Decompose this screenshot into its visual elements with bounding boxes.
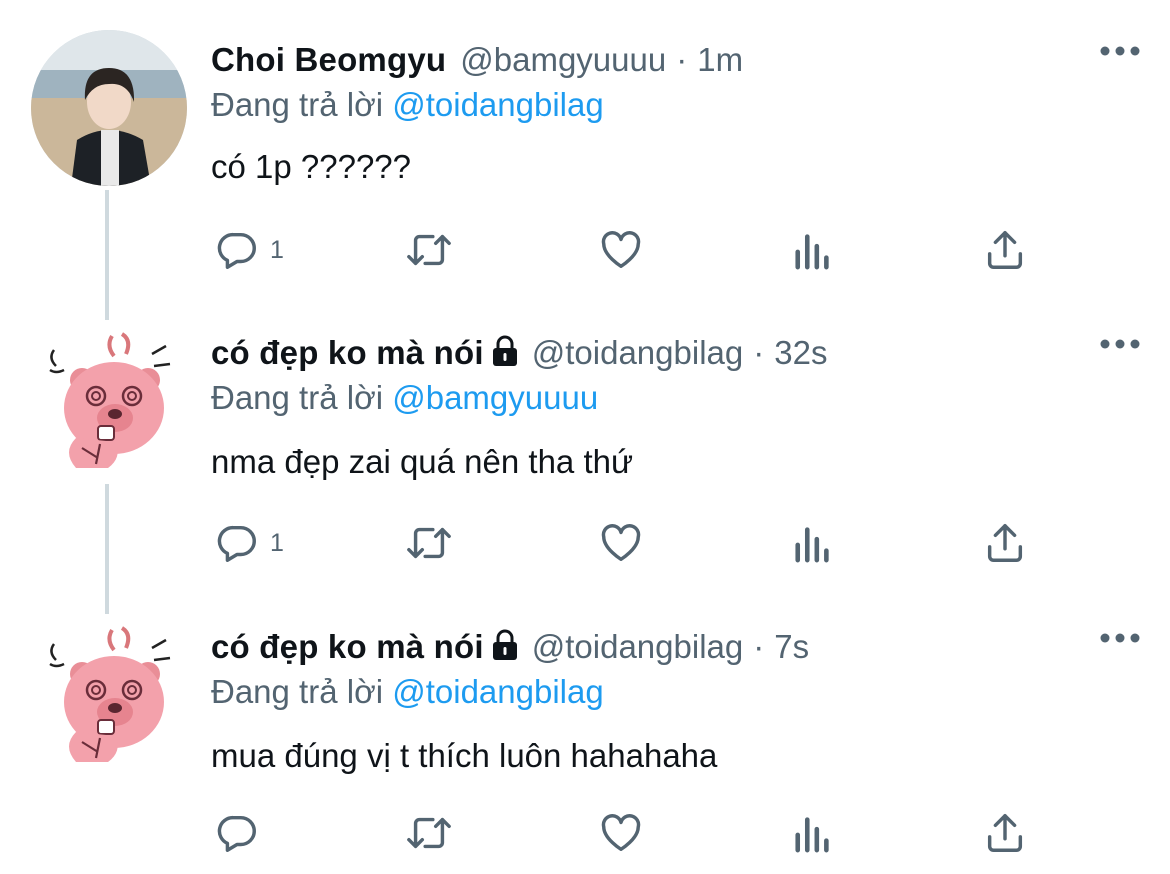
reply-count: 1	[270, 528, 284, 557]
like-button[interactable]	[598, 513, 644, 573]
tweet-text: nma đẹp zai quá nên tha thứ	[211, 443, 634, 480]
tweet[interactable]: có đẹp ko mà nói @toidangbilag · 7s Đang…	[0, 617, 1170, 874]
reply-icon	[214, 520, 260, 566]
tweet-header: có đẹp ko mà nói @toidangbilag · 7s	[211, 617, 809, 677]
analytics-icon	[792, 810, 834, 856]
reply-button[interactable]	[214, 803, 260, 863]
analytics-button[interactable]	[792, 220, 834, 280]
analytics-button[interactable]	[792, 803, 834, 863]
separator: ·	[753, 334, 765, 371]
retweet-button[interactable]	[402, 220, 456, 280]
retweet-icon	[402, 227, 456, 273]
author-handle[interactable]: @toidangbilag	[532, 334, 744, 372]
separator: ·	[676, 41, 688, 78]
reply-icon	[214, 227, 260, 273]
avatar[interactable]	[31, 30, 187, 186]
author-name[interactable]: có đẹp ko mà nói	[211, 628, 484, 666]
share-icon	[982, 810, 1028, 856]
more-icon[interactable]	[1100, 631, 1140, 649]
like-icon	[598, 520, 644, 566]
replying-label: Đang trả lời	[211, 673, 384, 710]
reply-icon	[214, 810, 260, 856]
lock-icon	[490, 629, 520, 669]
replying-label: Đang trả lời	[211, 86, 384, 123]
author-name[interactable]: có đẹp ko mà nói	[211, 334, 484, 372]
tweet-text: có 1p ??????	[211, 148, 412, 185]
mention-link[interactable]: @toidangbilag	[392, 673, 604, 710]
retweet-icon	[402, 810, 456, 856]
share-button[interactable]	[982, 803, 1028, 863]
like-button[interactable]	[598, 220, 644, 280]
timestamp[interactable]: 1m	[697, 41, 743, 79]
retweet-button[interactable]	[402, 803, 456, 863]
reply-button[interactable]: 1	[214, 220, 284, 280]
more-icon[interactable]	[1100, 44, 1140, 62]
reply-count: 1	[270, 235, 284, 264]
like-icon	[598, 810, 644, 856]
tweet-actions: 1	[0, 513, 1170, 573]
mention-link[interactable]: @toidangbilag	[392, 86, 604, 123]
lock-icon	[490, 335, 520, 375]
share-button[interactable]	[982, 220, 1028, 280]
like-icon	[598, 227, 644, 273]
tweet[interactable]: Choi Beomgyu @bamgyuuuu · 1m Đang trả lờ…	[0, 30, 1170, 320]
timestamp[interactable]: 32s	[774, 334, 827, 372]
tweet-actions: 1	[0, 220, 1170, 280]
replying-label: Đang trả lời	[211, 379, 384, 416]
share-icon	[982, 227, 1028, 273]
avatar[interactable]	[40, 620, 180, 770]
replying-to: Đang trả lời @toidangbilag	[211, 673, 604, 711]
mention-link[interactable]: @bamgyuuuu	[392, 379, 598, 416]
analytics-icon	[792, 227, 834, 273]
author-name[interactable]: Choi Beomgyu	[211, 41, 446, 79]
avatar[interactable]	[40, 326, 180, 476]
tweet-actions	[0, 803, 1170, 863]
tweet-header: có đẹp ko mà nói @toidangbilag · 32s	[211, 323, 827, 383]
retweet-button[interactable]	[402, 513, 456, 573]
timestamp[interactable]: 7s	[774, 628, 809, 666]
replying-to: Đang trả lời @bamgyuuuu	[211, 379, 598, 417]
reply-button[interactable]: 1	[214, 513, 284, 573]
tweet-header: Choi Beomgyu @bamgyuuuu · 1m	[211, 30, 743, 90]
analytics-icon	[792, 520, 834, 566]
author-handle[interactable]: @bamgyuuuu	[460, 41, 666, 79]
like-button[interactable]	[598, 803, 644, 863]
retweet-icon	[402, 520, 456, 566]
replying-to: Đang trả lời @toidangbilag	[211, 86, 604, 124]
share-icon	[982, 520, 1028, 566]
separator: ·	[753, 628, 765, 665]
analytics-button[interactable]	[792, 513, 834, 573]
share-button[interactable]	[982, 513, 1028, 573]
tweet-text: mua đúng vị t thích luôn hahahaha	[211, 737, 718, 774]
tweet[interactable]: có đẹp ko mà nói @toidangbilag · 32s Đan…	[0, 323, 1170, 613]
more-icon[interactable]	[1100, 337, 1140, 355]
author-handle[interactable]: @toidangbilag	[532, 628, 744, 666]
